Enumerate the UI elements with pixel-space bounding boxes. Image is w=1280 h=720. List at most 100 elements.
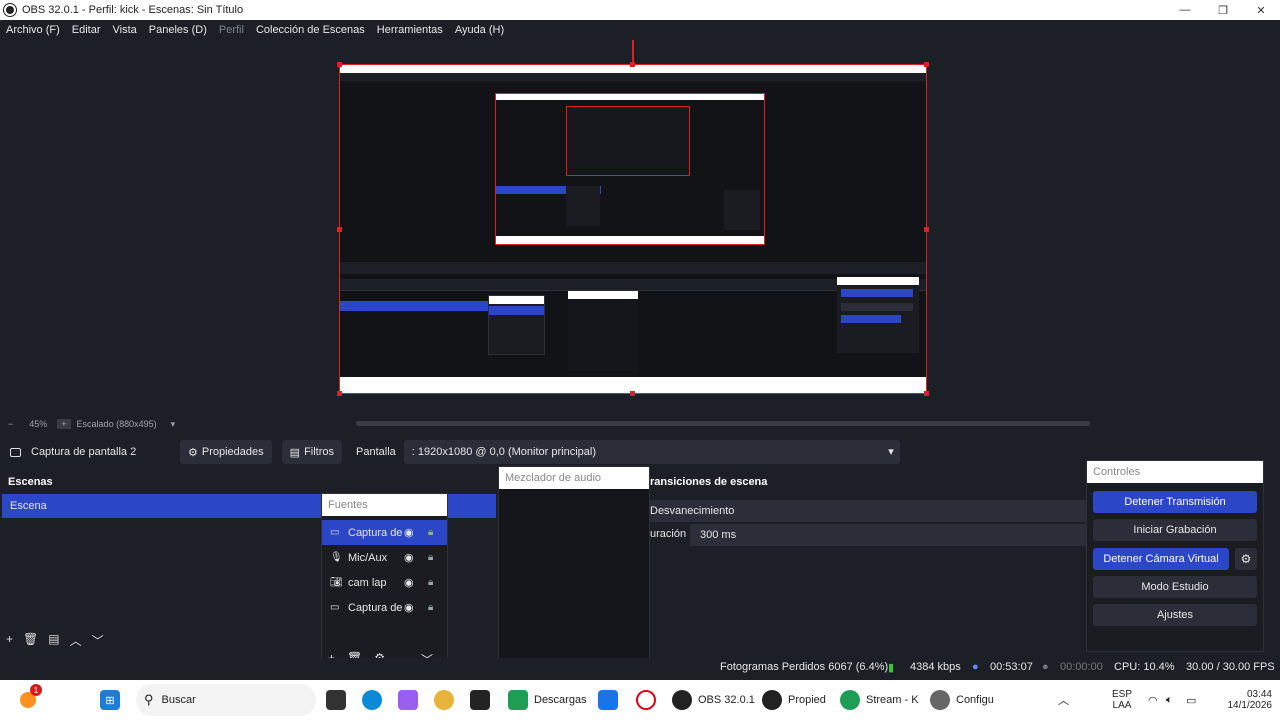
source-item[interactable]: ▭ Captura de ◉ 🔒︎ — [322, 595, 447, 620]
filters-label: Filtros — [304, 446, 335, 458]
nested-mixer — [568, 291, 638, 371]
eye-icon[interactable]: ◉ — [404, 576, 414, 589]
zoom-out-button[interactable]: − — [8, 419, 13, 429]
taskbar-app[interactable] — [434, 680, 460, 720]
copilot-icon — [398, 690, 418, 710]
zoom-in-button[interactable]: + — [57, 419, 71, 429]
maximize-button[interactable]: ❐ — [1204, 0, 1242, 20]
taskbar-obs[interactable]: OBS 32.0.1 — [672, 680, 755, 720]
resize-handle[interactable] — [630, 62, 635, 67]
menu-file[interactable]: Archivo (F) — [6, 24, 60, 36]
taskbar-app[interactable] — [362, 680, 388, 720]
wifi-icon[interactable]: ◠ — [1148, 680, 1158, 720]
properties-button[interactable]: ⚙ Propiedades — [180, 440, 272, 464]
outlook-icon — [598, 690, 618, 710]
lock-icon[interactable]: 🔒︎ — [428, 577, 433, 588]
resize-handle[interactable] — [337, 227, 342, 232]
taskbar-config[interactable]: Configu — [930, 680, 994, 720]
filter-icon: ▤ — [289, 446, 301, 459]
monitor-icon: ▭ — [330, 602, 340, 613]
gear-icon: ⚙ — [188, 446, 198, 459]
resize-handle[interactable] — [337, 391, 342, 396]
source-item[interactable]: ▭ Captura de ◉ 🔒︎ — [322, 520, 447, 545]
source-item[interactable]: 📷︎ cam lap ◉ 🔒︎ — [322, 570, 447, 595]
preview-scrollbar[interactable] — [356, 421, 1090, 426]
preview-canvas[interactable] — [339, 64, 927, 394]
lock-icon[interactable]: 🔒︎ — [428, 602, 433, 613]
menu-profile[interactable]: Perfil — [219, 24, 244, 36]
display-select[interactable]: : 1920x1080 @ 0,0 (Monitor principal) ▾ — [403, 440, 900, 464]
chrome-icon — [434, 690, 454, 710]
tray-chevron-up-icon[interactable]: ︿ — [1058, 680, 1069, 720]
taskbar-app[interactable] — [598, 680, 624, 720]
preview-area[interactable] — [0, 40, 1280, 416]
menu-tools[interactable]: Herramientas — [377, 24, 443, 36]
transition-select[interactable]: Desvanecimiento — [650, 500, 1086, 522]
taskbar-app[interactable] — [398, 680, 424, 720]
taskbar-app[interactable] — [470, 680, 496, 720]
obs-icon — [672, 690, 692, 710]
audio-mixer-dock: Mezclador de audio — [498, 466, 650, 678]
lock-icon[interactable]: 🔒︎ — [428, 552, 433, 563]
taskbar-app[interactable] — [326, 680, 352, 720]
taskbar-stream[interactable]: Stream - K — [840, 680, 919, 720]
filters-button[interactable]: ▤ Filtros — [281, 440, 343, 464]
source-label: Mic/Aux — [348, 551, 388, 564]
chevron-down-icon[interactable]: ﹀ — [92, 632, 104, 649]
chevron-down-icon[interactable]: ▾ — [171, 419, 176, 430]
resize-handle[interactable] — [337, 62, 342, 67]
battery-icon[interactable]: ▭ — [1186, 680, 1196, 720]
weather-widget[interactable]: 1 — [20, 680, 42, 720]
studio-mode-button[interactable]: Modo Estudio — [1093, 576, 1257, 598]
nested-zoom — [340, 262, 926, 274]
nested-controls — [837, 277, 919, 353]
virtual-camera-settings-button[interactable]: ⚙ — [1235, 548, 1257, 570]
taskbar-app[interactable] — [636, 680, 662, 720]
eye-icon[interactable]: ◉ — [404, 551, 414, 564]
transition-type: Desvanecimiento — [650, 505, 735, 517]
language-indicator[interactable]: ESP LAA — [1112, 680, 1132, 720]
add-icon[interactable]: + — [6, 632, 13, 649]
eye-icon[interactable]: ◉ — [404, 601, 414, 614]
start-recording-button[interactable]: Iniciar Grabación — [1093, 519, 1257, 541]
zoom-scale-mode[interactable]: Escalado (880x495) — [77, 419, 157, 429]
taskbar-properties[interactable]: Propied — [762, 680, 826, 720]
duration-input[interactable]: 300 ms — [690, 524, 1086, 546]
minimize-button[interactable]: — — [1166, 0, 1204, 20]
sources-title: Fuentes — [322, 494, 447, 516]
microphone-icon: 🎙︎ — [330, 552, 343, 563]
menu-view[interactable]: Vista — [113, 24, 137, 36]
volume-icon[interactable]: 🔈︎ — [1166, 680, 1173, 720]
start-button[interactable]: ⊞ — [100, 680, 126, 720]
eye-icon[interactable]: ◉ — [404, 526, 414, 539]
stop-stream-button[interactable]: Detener Transmisión — [1093, 491, 1257, 513]
source-item[interactable]: 🎙︎ Mic/Aux ◉ 🔒︎ — [322, 545, 447, 570]
nested-preview — [495, 93, 765, 245]
menu-edit[interactable]: Editar — [72, 24, 101, 36]
search-icon: ⚲ — [144, 692, 154, 707]
resize-handle[interactable] — [630, 391, 635, 396]
taskbar-search[interactable]: ⚲ Buscar — [136, 684, 316, 716]
taskbar-downloads[interactable]: Descargas — [508, 680, 587, 720]
settings-button[interactable]: Ajustes — [1093, 604, 1257, 626]
clock[interactable]: 03:44 14/1/2026 — [1227, 680, 1273, 720]
windows-icon: ⊞ — [100, 690, 120, 710]
menu-docks[interactable]: Paneles (D) — [149, 24, 207, 36]
stop-virtual-camera-button[interactable]: Detener Cámara Virtual — [1093, 548, 1229, 570]
dropped-frames: Fotogramas Perdidos 6067 (6.4%) — [720, 661, 889, 673]
clock-date: 14/1/2026 — [1227, 700, 1273, 711]
close-button[interactable]: ✕ — [1242, 0, 1280, 20]
sources-dock: Fuentes ▭ Captura de ◉ 🔒︎ 🎙︎ Mic/Aux ◉ 🔒… — [321, 493, 448, 675]
menu-help[interactable]: Ayuda (H) — [455, 24, 504, 36]
display-label: Pantalla — [356, 446, 396, 458]
trash-icon[interactable]: 🗑 — [23, 632, 38, 649]
controls-title: Controles — [1087, 461, 1263, 483]
resize-handle[interactable] — [924, 62, 929, 67]
resize-handle[interactable] — [924, 227, 929, 232]
resize-handle[interactable] — [924, 391, 929, 396]
obs-icon — [762, 690, 782, 710]
lock-icon[interactable]: 🔒︎ — [428, 527, 433, 538]
filter-icon[interactable]: ▤ — [48, 632, 59, 649]
chevron-up-icon[interactable]: ︿ — [70, 632, 82, 649]
menu-scene-collection[interactable]: Colección de Escenas — [256, 24, 365, 36]
